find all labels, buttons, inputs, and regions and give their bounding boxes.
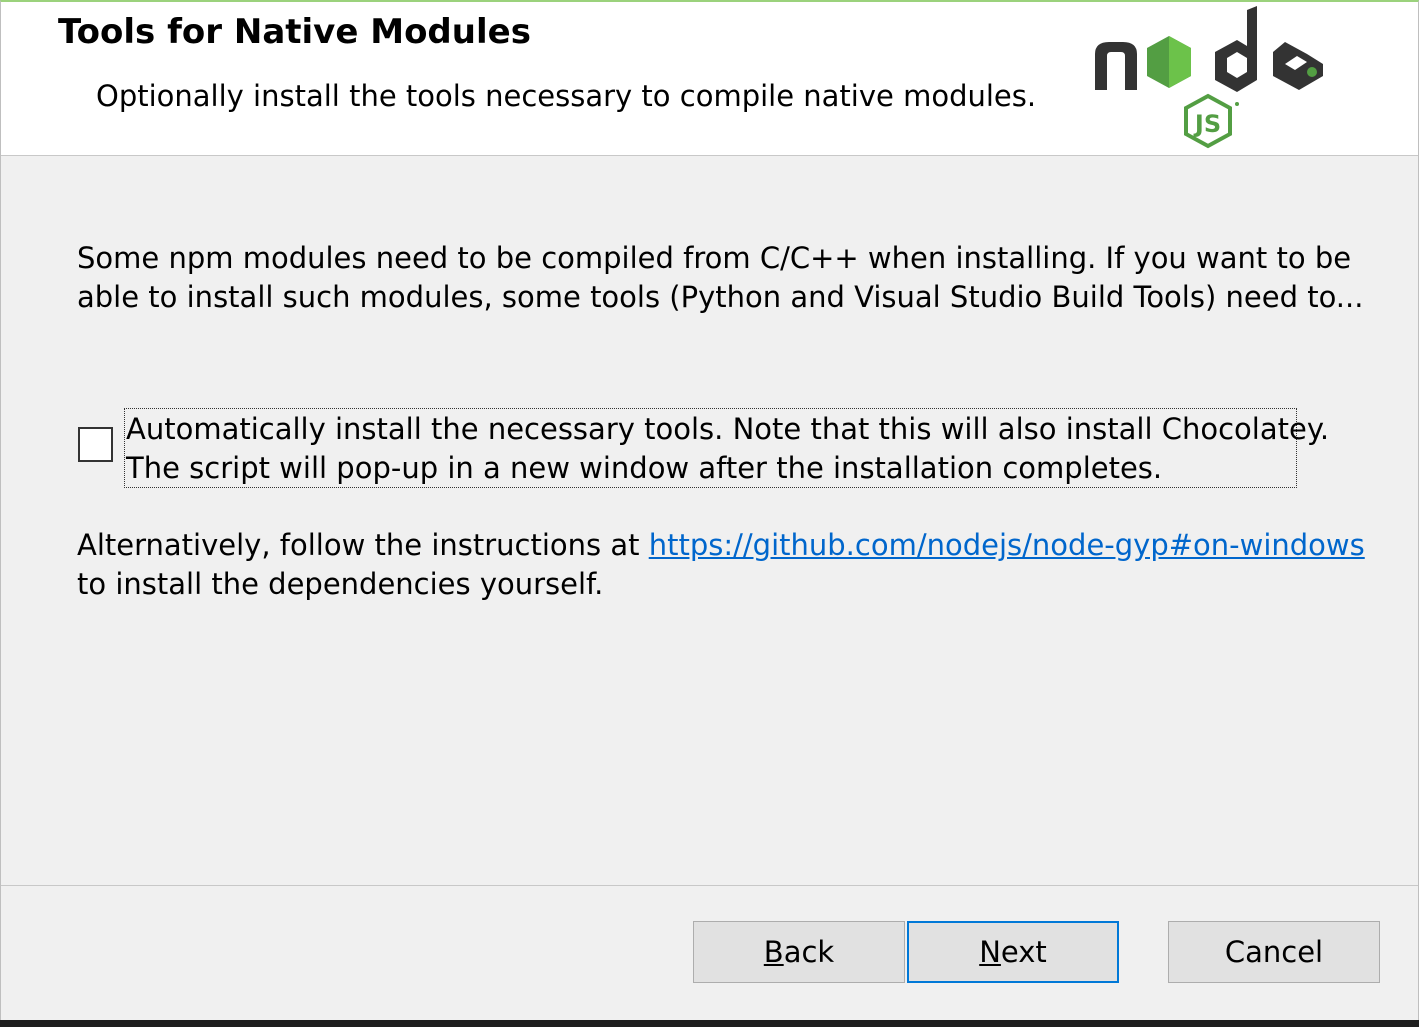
back-mnemonic: B bbox=[763, 935, 784, 969]
footer-separator bbox=[1, 885, 1418, 886]
alternative-prefix: Alternatively, follow the instructions a… bbox=[77, 528, 649, 562]
auto-install-label-line-2: The script will pop-up in a new window a… bbox=[126, 451, 1163, 485]
header-banner: Tools for Native Modules Optionally inst… bbox=[1, 2, 1418, 156]
cancel-button[interactable]: Cancel bbox=[1168, 921, 1380, 983]
taskbar-edge bbox=[0, 1020, 1419, 1027]
intro-line-2: able to install such modules, some tools… bbox=[77, 280, 1364, 314]
next-label-rest: ext bbox=[1000, 935, 1047, 969]
auto-install-checkbox[interactable] bbox=[78, 427, 113, 462]
back-button[interactable]: Back bbox=[693, 921, 905, 983]
page-subtitle: Optionally install the tools necessary t… bbox=[96, 79, 1037, 113]
auto-install-label[interactable]: Automatically install the necessary tool… bbox=[124, 408, 1330, 488]
node-gyp-link[interactable]: https://github.com/nodejs/node-gyp#on-wi… bbox=[649, 528, 1365, 562]
auto-install-label-line-1: Automatically install the necessary tool… bbox=[126, 412, 1330, 446]
intro-line-1: Some npm modules need to be compiled fro… bbox=[77, 241, 1352, 275]
next-button[interactable]: Next bbox=[907, 921, 1119, 983]
alternative-line-2: to install the dependencies yourself. bbox=[77, 567, 604, 601]
alternative-paragraph: Alternatively, follow the instructions a… bbox=[77, 526, 1397, 604]
intro-paragraph: Some npm modules need to be compiled fro… bbox=[77, 239, 1377, 317]
logo-badge-text: JS bbox=[1193, 110, 1221, 138]
installer-window: Tools for Native Modules Optionally inst… bbox=[0, 0, 1419, 1020]
nodejs-logo: JS bbox=[1095, 6, 1323, 149]
next-mnemonic: N bbox=[979, 935, 1001, 969]
page-title: Tools for Native Modules bbox=[58, 12, 531, 52]
back-label-rest: ack bbox=[783, 935, 835, 969]
alternative-line-1: Alternatively, follow the instructions a… bbox=[77, 526, 1397, 565]
